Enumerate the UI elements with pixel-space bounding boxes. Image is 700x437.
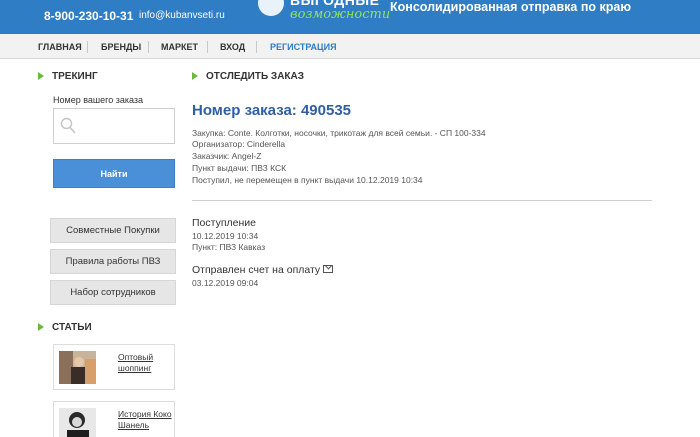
section-divider [192, 200, 652, 201]
event-date: 03.12.2019 09:04 [192, 278, 259, 288]
find-button[interactable]: Найти [53, 159, 175, 188]
bullet-arrow-icon [38, 323, 44, 331]
nav-item-brands[interactable]: БРЕНДЫ [101, 42, 141, 52]
article-link[interactable]: История Коко Шанель [118, 409, 173, 431]
event-title-row: Отправлен счет на оплату [192, 264, 334, 276]
bullet-arrow-icon [38, 72, 44, 80]
order-organizer-line: Организатор: Cinderella [192, 139, 286, 149]
nav-divider [207, 41, 208, 53]
article-title-line: шоппинг [118, 363, 152, 373]
nav-item-register[interactable]: РЕГИСТРАЦИЯ [270, 42, 337, 52]
nav-item-login[interactable]: ВХОД [220, 42, 245, 52]
phone-number[interactable]: 8-900-230-10-31 [44, 9, 133, 23]
recruitment-button[interactable]: Набор сотрудников [50, 280, 176, 305]
article-card[interactable]: Оптовый шоппинг [53, 344, 175, 390]
email-link[interactable]: info@kubanvseti.ru [139, 10, 225, 21]
top-header: 8-900-230-10-31 info@kubanvseti.ru ВЫГОД… [0, 0, 700, 34]
nav-divider [148, 41, 149, 53]
article-title-line: Шанель [118, 420, 150, 430]
tracking-title: ТРЕКИНГ [52, 71, 98, 82]
logo-text-bottom: возможности [290, 7, 391, 22]
order-pickup-line: Пункт выдачи: ПВЗ КСК [192, 163, 287, 173]
joint-purchases-button[interactable]: Совместные Покупки [50, 218, 176, 243]
track-order-title: ОТСЛЕДИТЬ ЗАКАЗ [206, 71, 305, 82]
nav-item-market[interactable]: МАРКЕТ [161, 42, 198, 52]
bullet-arrow-icon [192, 72, 198, 80]
article-title-line: История Коко [118, 409, 172, 419]
event-title: Отправлен счет на оплату [192, 264, 321, 276]
order-status-line: Поступил, не перемещен в пункт выдачи 10… [192, 175, 423, 185]
nav-item-home[interactable]: ГЛАВНАЯ [38, 42, 82, 52]
order-customer-line: Заказчик: Angel-Z [192, 151, 262, 161]
search-icon [60, 117, 76, 134]
order-number-heading: Номер заказа: 490535 [192, 102, 352, 119]
event-point: Пункт: ПВЗ Кавказ [192, 242, 266, 252]
article-thumbnail [59, 351, 96, 384]
site-logo[interactable]: ВЫГОДНЫЕ возможности [258, 0, 391, 34]
article-link[interactable]: Оптовый шоппинг [118, 352, 173, 374]
order-number-label: Номер вашего заказа [53, 95, 144, 105]
order-purchase-line: Закупка: Conte. Колготки, носочки, трико… [192, 128, 486, 138]
article-title-line: Оптовый [118, 352, 154, 362]
logo-emblem-icon [258, 0, 284, 16]
nav-divider [256, 41, 257, 53]
nav-divider [87, 41, 88, 53]
mail-icon [323, 265, 334, 273]
articles-title: СТАТЬИ [52, 322, 92, 333]
header-tagline: Консолидированная отправка по краю [390, 0, 632, 14]
order-number-input[interactable] [53, 108, 175, 144]
main-nav: ГЛАВНАЯ БРЕНДЫ МАРКЕТ ВХОД РЕГИСТРАЦИЯ [0, 34, 700, 59]
article-thumbnail [59, 408, 96, 437]
event-date: 10.12.2019 10:34 [192, 231, 259, 241]
article-card[interactable]: История Коко Шанель [53, 401, 175, 437]
event-title: Поступление [192, 217, 256, 229]
pickup-rules-button[interactable]: Правила работы ПВЗ [50, 249, 176, 274]
